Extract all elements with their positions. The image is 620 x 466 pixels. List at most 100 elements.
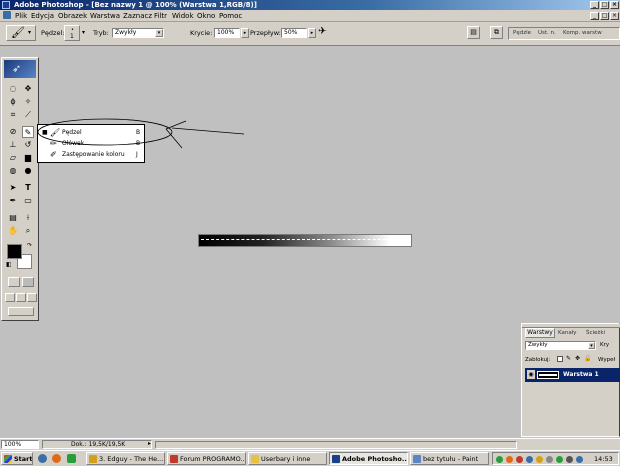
screen-mode-full-menu-icon[interactable] [16, 293, 26, 302]
eraser-tool-icon[interactable]: ▱ [7, 152, 19, 164]
close-button[interactable]: × [610, 1, 619, 9]
foreground-color-front[interactable] [7, 244, 22, 259]
lock-position-icon[interactable]: ✥ [575, 355, 580, 362]
menu-widok[interactable]: Widok [172, 12, 194, 20]
task-winamp[interactable]: 3. Edguy - The He... [86, 452, 165, 465]
doc-close-button[interactable]: × [610, 12, 619, 20]
tray-icon[interactable] [536, 456, 543, 463]
volume-icon[interactable] [576, 456, 583, 463]
zoom-tool-icon[interactable]: ⌕ [22, 225, 34, 237]
pen-tool-icon[interactable]: ✒ [7, 195, 19, 207]
hand-tool-icon[interactable]: ✋ [7, 225, 19, 237]
document-canvas[interactable] [198, 234, 412, 247]
opacity-slider-button[interactable]: ▸ [241, 28, 249, 38]
move-tool-icon[interactable]: ✥ [22, 83, 34, 95]
layer-row-warstwa-1[interactable]: ◉ Warstwa 1 [525, 368, 620, 382]
tray-icon[interactable] [566, 456, 573, 463]
eye-visibility-icon[interactable]: ◉ [527, 370, 535, 379]
doc-restore-button[interactable]: □ [600, 12, 609, 20]
airbrush-icon[interactable]: ✈ [318, 26, 326, 38]
doc-minimize-button[interactable]: _ [590, 12, 599, 20]
task-label: Userbary i inne [261, 455, 311, 463]
eyedropper-tool-icon[interactable]: ⟊ [22, 212, 34, 224]
default-colors-icon[interactable]: ◧ [6, 261, 12, 268]
gradient-tool-icon[interactable]: ▆ [22, 152, 34, 164]
quick-mask-button[interactable] [22, 277, 34, 287]
notes-tool-icon[interactable]: ▤ [7, 212, 19, 224]
mode-select[interactable]: Zwykły ▾ [112, 28, 164, 38]
menu-warstwa[interactable]: Warstwa [90, 12, 120, 20]
type-tool-icon[interactable]: T [22, 182, 34, 194]
clone-stamp-tool-icon[interactable]: ⊥ [7, 139, 19, 151]
menu-obrazek[interactable]: Obrazek [58, 12, 87, 20]
magic-wand-tool-icon[interactable]: ✧ [22, 96, 34, 108]
task-forum[interactable]: Forum PROGRAMO... [167, 452, 246, 465]
task-paint[interactable]: bez tytułu - Paint [410, 452, 489, 465]
brush-size-picker[interactable]: • 1 [64, 25, 80, 41]
tool-preset-picker[interactable]: 🖌 ▾ [6, 25, 36, 41]
tray-icon[interactable] [506, 456, 513, 463]
tray-icon[interactable] [556, 456, 563, 463]
crop-tool-icon[interactable]: ⌗ [7, 109, 19, 121]
palette-tab-layer-comps[interactable]: Komp. warstw [563, 30, 602, 36]
task-userbary[interactable]: Userbary i inne [248, 452, 327, 465]
file-browser-icon[interactable]: ▤ [467, 26, 480, 39]
document-icon[interactable] [3, 11, 11, 19]
flow-input[interactable]: 50% [281, 28, 307, 38]
chevron-down-icon[interactable]: ▾ [588, 342, 595, 349]
menu-zaznacz[interactable]: Zaznacz [123, 12, 152, 20]
layer-blend-mode-select[interactable]: Zwykły ▾ [525, 341, 596, 350]
zoom-field[interactable]: 100% [1, 440, 39, 449]
lock-transparent-icon[interactable] [557, 356, 563, 362]
tab-channels[interactable]: Kanały [558, 330, 577, 336]
chevron-down-icon[interactable]: ▾ [155, 29, 163, 37]
tray-icon[interactable] [496, 456, 503, 463]
dodge-tool-icon[interactable]: ● [22, 165, 34, 177]
palette-well-icon[interactable]: ⧉ [490, 26, 503, 39]
palette-tab-brushes[interactable]: Pędzle [513, 30, 531, 36]
status-menu-icon[interactable]: ▸ [148, 440, 151, 447]
shape-tool-icon[interactable]: ▭ [22, 195, 34, 207]
tray-icon[interactable] [546, 456, 553, 463]
task-photoshop[interactable]: Adobe Photosho... [329, 452, 408, 465]
lock-all-icon[interactable]: 🔒 [584, 355, 591, 362]
player-quicklaunch-icon[interactable] [67, 454, 76, 463]
screen-mode-standard-icon[interactable] [5, 293, 15, 302]
firefox-quicklaunch-icon[interactable] [52, 454, 61, 463]
marquee-tool-icon[interactable]: ◌ [7, 83, 19, 95]
start-button[interactable]: Start [1, 452, 33, 465]
tray-icon[interactable] [526, 456, 533, 463]
task-label: Forum PROGRAMO... [180, 455, 246, 463]
slice-tool-icon[interactable]: ⟋ [22, 109, 34, 121]
path-selection-tool-icon[interactable]: ➤ [7, 182, 19, 194]
task-label: bez tytułu - Paint [423, 455, 479, 463]
standard-mode-button[interactable] [8, 277, 20, 287]
lasso-tool-icon[interactable]: ϕ [7, 96, 19, 108]
history-brush-tool-icon[interactable]: ↺ [22, 139, 34, 151]
chevron-down-icon[interactable]: ▾ [82, 29, 85, 36]
lock-label: Zablokuj: [525, 357, 551, 363]
horizontal-scrollbar[interactable] [155, 441, 517, 449]
menu-pomoc[interactable]: Pomoc [219, 12, 242, 20]
opacity-input[interactable]: 100% [214, 28, 240, 38]
screen-mode-full-icon[interactable] [27, 293, 37, 302]
maximize-button[interactable]: □ [600, 1, 609, 9]
jump-to-imageready-button[interactable] [8, 307, 34, 316]
minimize-button[interactable]: _ [590, 1, 599, 9]
flow-slider-button[interactable]: ▸ [308, 28, 316, 38]
healing-brush-tool-icon[interactable]: ⊘ [7, 126, 19, 138]
blur-tool-icon[interactable]: ◍ [7, 165, 19, 177]
swap-colors-icon[interactable]: ↷ [27, 242, 32, 249]
palette-tab-presets[interactable]: Ust. n. [538, 30, 556, 36]
menu-filtr[interactable]: Filtr [154, 12, 167, 20]
menu-okno[interactable]: Okno [197, 12, 215, 20]
brush-tool-icon: 🖌 [11, 26, 25, 39]
brush-tool-icon[interactable]: ✎ [22, 126, 34, 138]
menu-edycja[interactable]: Edycja [31, 12, 54, 20]
lock-image-icon[interactable]: ✎ [566, 355, 571, 362]
menu-plik[interactable]: Plik [15, 12, 27, 20]
ie-quicklaunch-icon[interactable] [38, 454, 47, 463]
tray-icon[interactable] [516, 456, 523, 463]
tab-paths[interactable]: Ścieżki [586, 330, 605, 336]
tab-layers[interactable]: Warstwy [525, 328, 555, 338]
